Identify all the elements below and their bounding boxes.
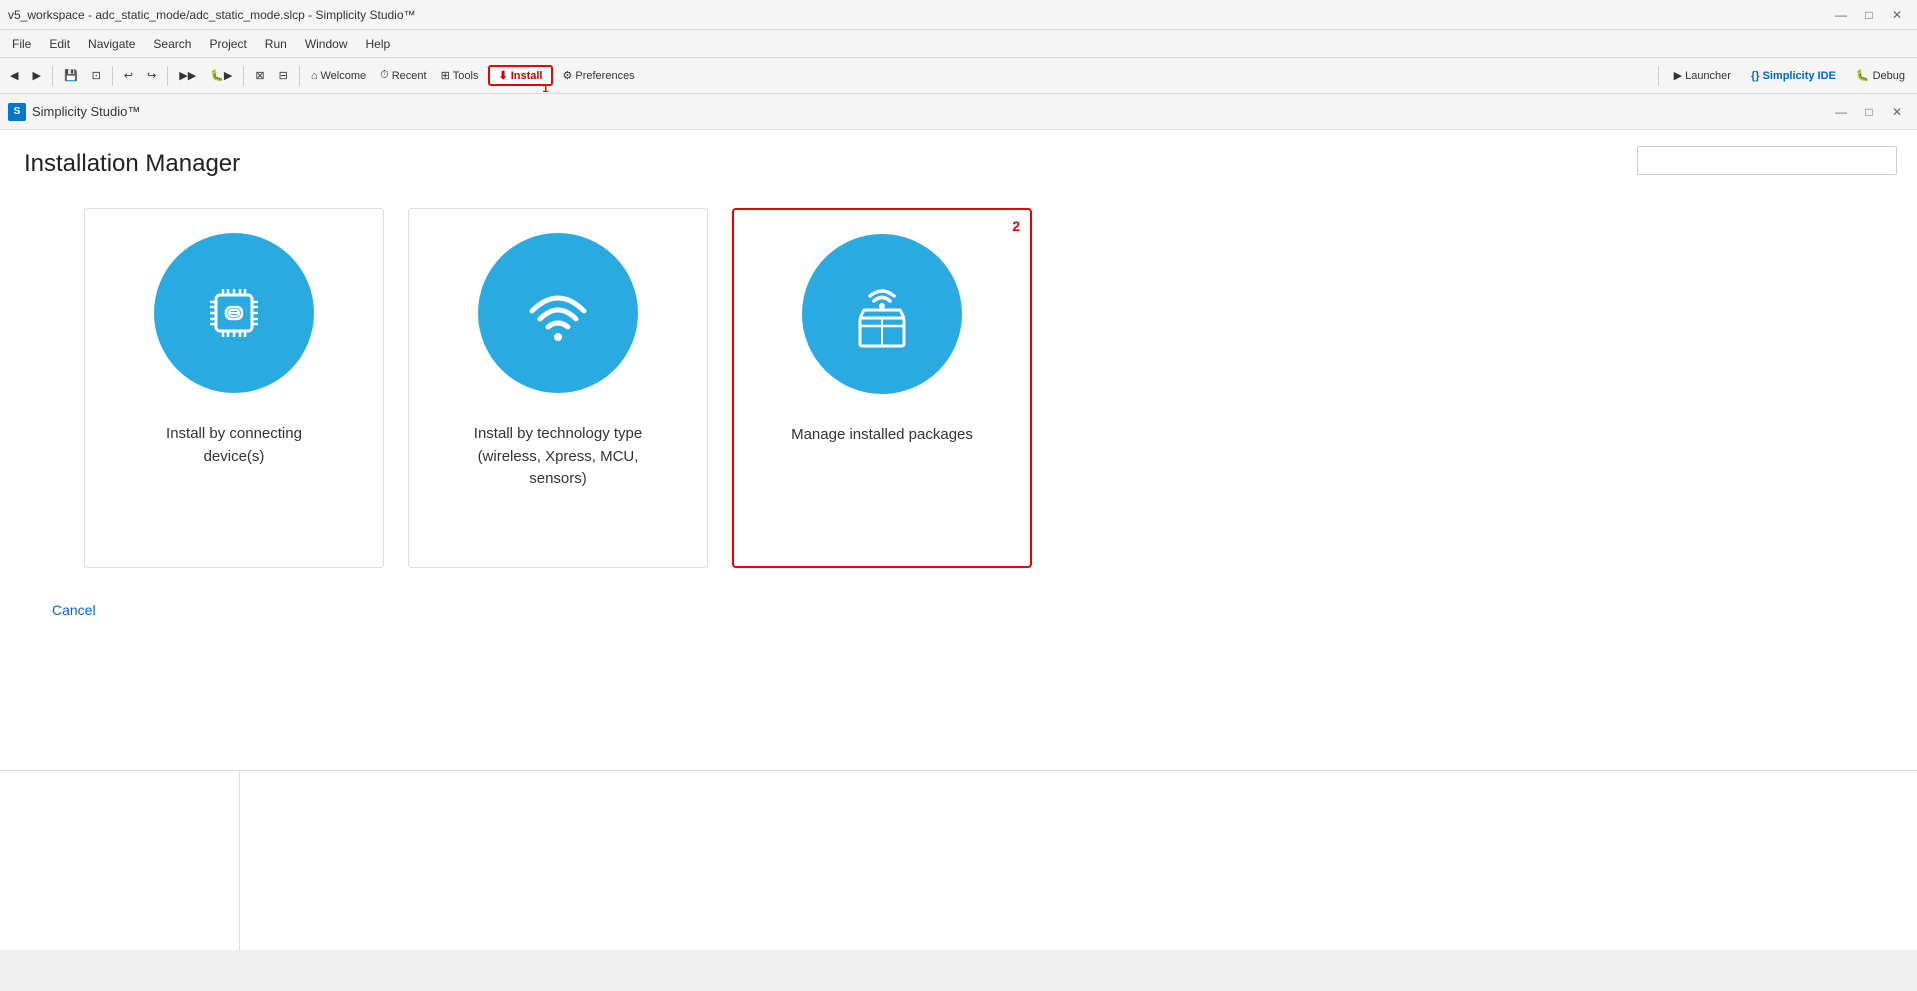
app-maximize[interactable]: □: [1857, 103, 1881, 121]
chip-link-icon: [194, 273, 274, 353]
app-title-controls: — □ ✕: [1829, 103, 1909, 121]
launcher-perspective[interactable]: ▶ Launcher: [1666, 66, 1739, 85]
save-button[interactable]: 💾: [58, 66, 84, 85]
preferences-tab[interactable]: ⚙ Preferences: [557, 66, 641, 85]
back-button[interactable]: ◀: [4, 66, 24, 85]
recent-tab[interactable]: ⏱ Recent: [374, 66, 432, 85]
gear-icon: ⚙: [563, 69, 573, 82]
toolbar-sep-2: [112, 66, 113, 86]
bottom-right-panel: [240, 771, 1917, 950]
toolbar-sep-1: [52, 66, 53, 86]
manage-packages-card[interactable]: 2: [732, 208, 1032, 568]
welcome-tab[interactable]: ⌂ Welcome: [305, 67, 372, 85]
forward-button[interactable]: ▶: [26, 66, 46, 85]
toolbar-sep-right: [1658, 66, 1659, 86]
search-input[interactable]: [1637, 146, 1897, 175]
redo-button[interactable]: ↪: [141, 66, 162, 85]
connect-device-label: Install by connectingdevice(s): [166, 423, 302, 468]
menu-navigate[interactable]: Navigate: [80, 34, 143, 54]
run-button[interactable]: ▶▶: [173, 66, 202, 85]
app-close[interactable]: ✕: [1885, 103, 1909, 121]
window-title: v5_workspace - adc_static_mode/adc_stati…: [8, 8, 416, 22]
maximize-button[interactable]: □: [1857, 6, 1881, 24]
tech-type-label: Install by technology type(wireless, Xpr…: [474, 423, 642, 491]
minimize-button[interactable]: —: [1829, 6, 1853, 24]
window-controls: — □ ✕: [1829, 6, 1909, 24]
menu-search[interactable]: Search: [145, 34, 199, 54]
tech-type-card[interactable]: Install by technology type(wireless, Xpr…: [408, 208, 708, 568]
menu-run[interactable]: Run: [257, 34, 295, 54]
menu-help[interactable]: Help: [358, 34, 399, 54]
manage-packages-label: Manage installed packages: [791, 424, 973, 447]
tech-type-circle: [478, 233, 638, 393]
toolbar-sep-3: [167, 66, 168, 86]
toolbar-misc-2[interactable]: ⊟: [273, 66, 294, 85]
install-tab-container: ⬇ Install 1: [488, 65, 552, 86]
toolbar-sep-5: [299, 66, 300, 86]
toolbar-misc-1[interactable]: ⊠: [249, 66, 270, 85]
download-icon: ⬇: [498, 69, 507, 82]
manage-packages-circle: [802, 234, 962, 394]
menu-bar: File Edit Navigate Search Project Run Wi…: [0, 30, 1917, 58]
save-all-button[interactable]: ⊡: [86, 66, 107, 85]
clock-icon: ⏱: [380, 69, 389, 82]
app-title-bar: S Simplicity Studio™ — □ ✕: [0, 94, 1917, 130]
title-bar: v5_workspace - adc_static_mode/adc_stati…: [0, 0, 1917, 30]
bottom-panel: [0, 770, 1917, 950]
debug-perspective[interactable]: 🐛 Debug: [1848, 66, 1913, 85]
debug-run-button[interactable]: 🐛▶: [204, 66, 238, 85]
simplicity-icon: {}: [1751, 70, 1760, 82]
connect-device-circle: [154, 233, 314, 393]
toolbar-sep-4: [243, 66, 244, 86]
bug-icon: 🐛: [1856, 69, 1870, 82]
connect-device-card[interactable]: Install by connectingdevice(s): [84, 208, 384, 568]
tools-tab[interactable]: ⊞ Tools: [435, 66, 485, 85]
perspective-buttons: ▶ Launcher {} Simplicity IDE 🐛 Debug: [1655, 66, 1913, 86]
menu-project[interactable]: Project: [201, 34, 254, 54]
app-title-left: S Simplicity Studio™: [8, 103, 140, 121]
menu-edit[interactable]: Edit: [41, 34, 78, 54]
app-title-text: Simplicity Studio™: [32, 104, 140, 119]
simplicity-perspective[interactable]: {} Simplicity IDE: [1743, 67, 1844, 85]
toolbar: ◀ ▶ 💾 ⊡ ↩ ↪ ▶▶ 🐛▶ ⊠ ⊟ ⌂ Welcome ⏱ Recent…: [0, 58, 1917, 94]
menu-file[interactable]: File: [4, 34, 39, 54]
home-icon: ⌂: [311, 70, 318, 82]
cards-container: Install by connectingdevice(s) Install b…: [24, 208, 1893, 568]
bottom-left-panel: [0, 771, 240, 950]
cancel-button[interactable]: Cancel: [48, 598, 100, 622]
close-button[interactable]: ✕: [1885, 6, 1909, 24]
launcher-icon: ▶: [1674, 69, 1682, 82]
tools-icon: ⊞: [441, 69, 450, 82]
main-content: Installation Manager: [0, 130, 1917, 770]
menu-window[interactable]: Window: [297, 34, 356, 54]
app-minimize[interactable]: —: [1829, 103, 1853, 121]
search-area: [1637, 146, 1897, 175]
wifi-icon: [518, 273, 598, 353]
manage-packages-number: 2: [1012, 218, 1020, 234]
app-icon: S: [8, 103, 26, 121]
undo-button[interactable]: ↩: [118, 66, 139, 85]
page-title: Installation Manager: [24, 150, 1893, 178]
package-icon: [842, 274, 922, 354]
